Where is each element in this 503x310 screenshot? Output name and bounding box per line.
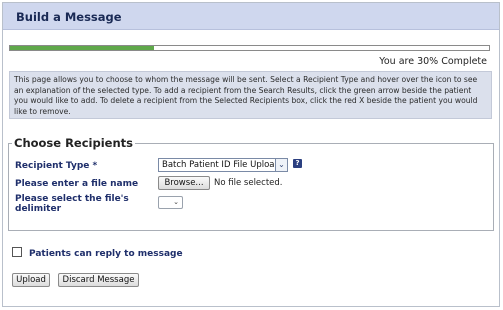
recipient-type-label: Recipient Type * [15, 161, 98, 171]
instructions-text: This page allows you to choose to whom t… [9, 71, 492, 119]
reply-checkbox[interactable] [12, 247, 22, 257]
page-header: Build a Message [3, 3, 499, 30]
discard-message-button[interactable]: Discard Message [58, 273, 139, 287]
page-title: Build a Message [16, 10, 122, 24]
progress-bar [9, 45, 490, 51]
recipient-type-value: Batch Patient ID File Upload [162, 160, 280, 170]
progress-fill [10, 46, 154, 50]
file-status-text: No file selected. [214, 178, 283, 188]
choose-recipients-legend: Choose Recipients [12, 136, 135, 150]
chevron-down-icon[interactable]: ⌄ [275, 159, 287, 171]
delimiter-label: Please select the file's delimiter [15, 194, 129, 214]
chevron-down-icon: ⌄ [173, 198, 179, 206]
reply-checkbox-label: Patients can reply to message [29, 249, 183, 259]
file-name-label: Please enter a file name [15, 179, 139, 189]
help-icon[interactable]: ? [293, 159, 302, 168]
delimiter-select[interactable]: ⌄ [158, 196, 183, 209]
browse-button[interactable]: Browse... [158, 176, 210, 190]
progress-label: You are 30% Complete [379, 56, 487, 67]
recipient-type-select[interactable]: Batch Patient ID File Upload ⌄ [158, 158, 288, 172]
upload-button[interactable]: Upload [12, 273, 50, 287]
